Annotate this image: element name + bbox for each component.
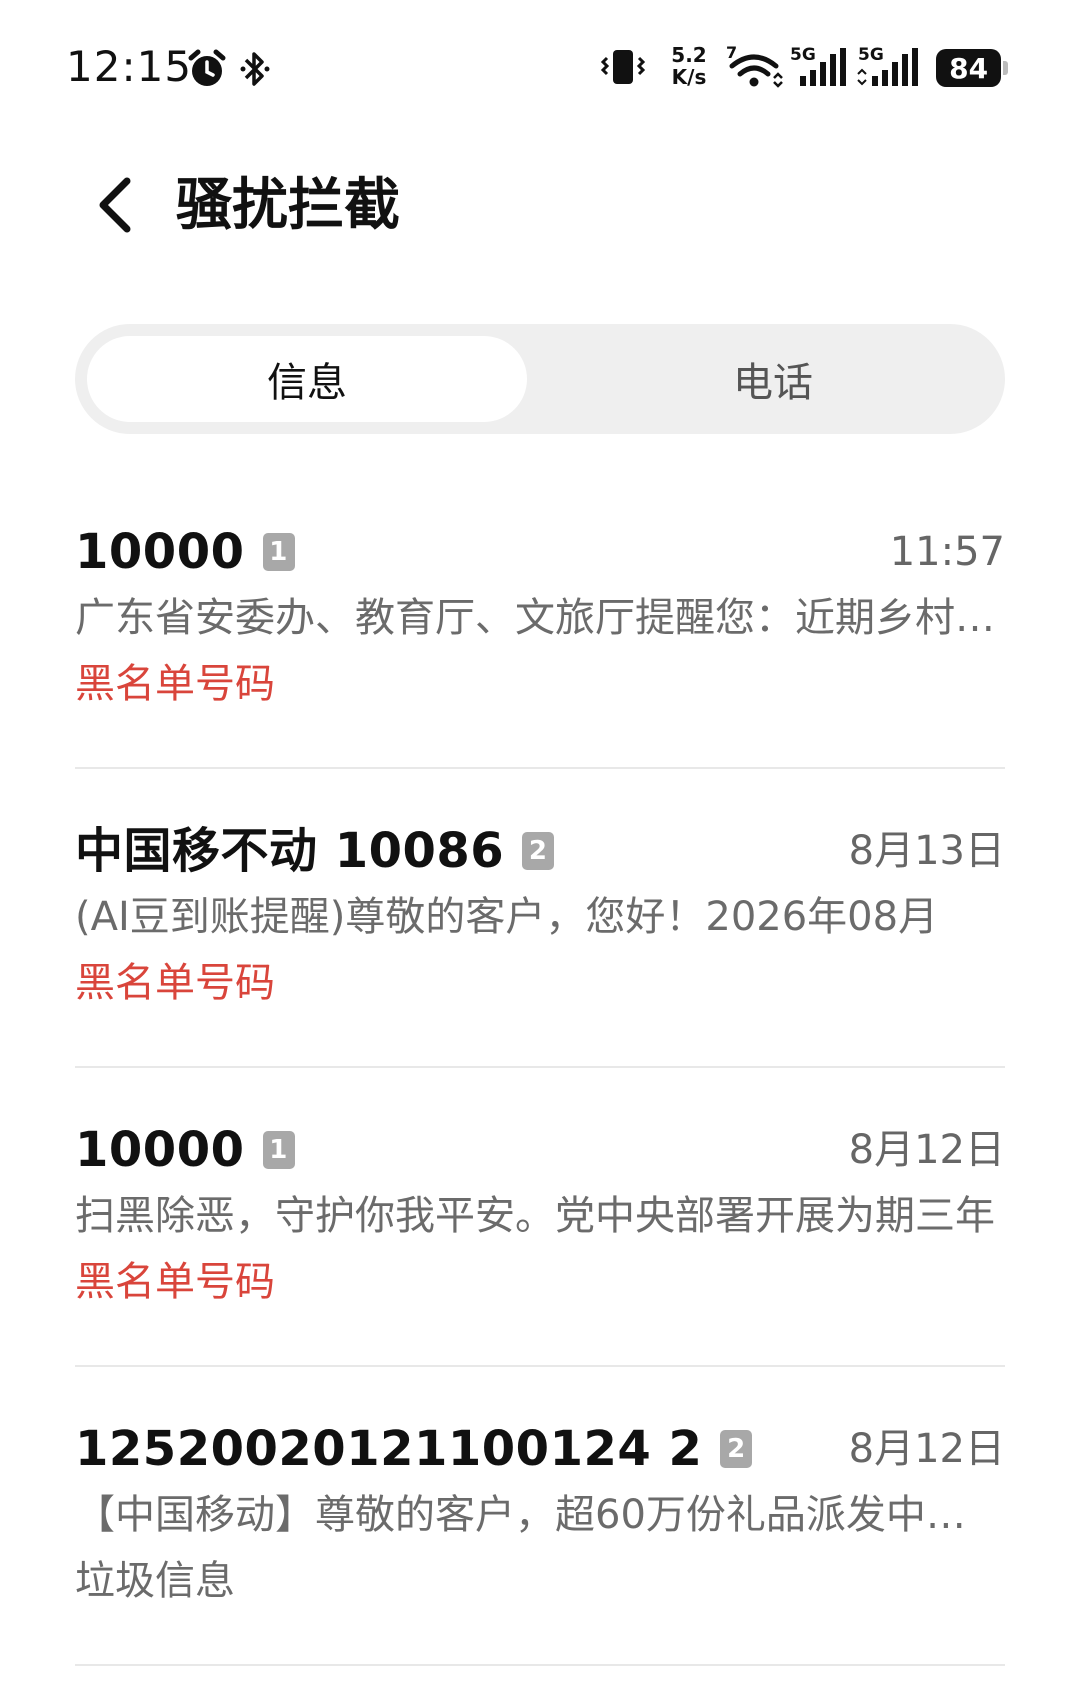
message-count-badge: 2 xyxy=(522,832,555,870)
message-tag: 黑名单号码 xyxy=(75,1259,275,1305)
message-preview: 广东省安委办、教育厅、文旅厅提醒您：近期乡村旅游 xyxy=(75,595,1005,641)
sender-name: 10000 xyxy=(75,1122,245,1178)
message-header-row: 10000 1 11:57 xyxy=(75,522,1005,582)
blocked-message-list: 10000 1 11:57 广东省安委办、教育厅、文旅厅提醒您：近期乡村旅游 黑… xyxy=(75,470,1005,1666)
battery-level: 84 xyxy=(936,49,1002,87)
message-tag: 垃圾信息 xyxy=(75,1558,235,1604)
wifi-icon: 7 xyxy=(726,44,783,88)
message-preview: 【中国移动】尊敬的客户，超60万份礼品派发中，快来 xyxy=(75,1492,1005,1538)
signal-sim2-icon: 5G xyxy=(857,45,918,86)
message-item[interactable]: 12520020121100124 2 2 8月12日 【中国移动】尊敬的客户，… xyxy=(75,1367,1005,1666)
message-sender: 10000 1 xyxy=(75,522,295,582)
message-header-row: 10000 1 8月12日 xyxy=(75,1120,1005,1180)
message-preview: 扫黑除恶，守护你我平安。党中央部署开展为期三年 xyxy=(75,1193,995,1239)
message-count-badge: 2 xyxy=(720,1430,753,1468)
signal-sim1-icon: 5G xyxy=(790,45,846,86)
vibrate-icon xyxy=(600,50,646,84)
svg-text:5G: 5G xyxy=(858,45,884,65)
page-title: 骚扰拦截 xyxy=(176,173,400,238)
battery-tip xyxy=(1003,61,1008,75)
message-time: 8月12日 xyxy=(848,1426,1005,1472)
alarm-icon xyxy=(188,49,226,86)
svg-text:7: 7 xyxy=(726,44,737,62)
message-count-badge: 1 xyxy=(262,1131,295,1169)
message-tag: 黑名单号码 xyxy=(75,661,275,707)
sender-name: 中国移不动 10086 xyxy=(75,823,505,879)
message-sender: 12520020121100124 2 2 xyxy=(75,1419,753,1479)
message-sender: 10000 1 xyxy=(75,1120,295,1180)
message-time: 8月12日 xyxy=(848,1127,1005,1173)
sender-name: 12520020121100124 2 xyxy=(75,1421,703,1477)
segmented-tabs: 信息 电话 xyxy=(75,324,1005,434)
network-speed: 5.2 K/s xyxy=(671,43,707,89)
tab-messages[interactable]: 信息 xyxy=(87,336,527,422)
sender-name: 10000 xyxy=(75,524,245,580)
message-item[interactable]: 中国移不动 10086 2 8月13日 (AI豆到账提醒)尊敬的客户，您好！20… xyxy=(75,769,1005,1068)
message-time: 8月13日 xyxy=(848,828,1005,874)
message-item[interactable]: 10000 1 8月12日 扫黑除恶，守护你我平安。党中央部署开展为期三年 黑名… xyxy=(75,1068,1005,1367)
back-button[interactable] xyxy=(80,170,150,240)
tab-calls[interactable]: 电话 xyxy=(553,336,993,422)
message-header-row: 12520020121100124 2 2 8月12日 xyxy=(75,1419,1005,1479)
bluetooth-icon xyxy=(240,52,270,86)
message-preview: (AI豆到账提醒)尊敬的客户，您好！2026年08月 xyxy=(75,894,939,940)
message-tag: 黑名单号码 xyxy=(75,960,275,1006)
status-bar: 12:15 5.2 K/s 7 5G 5G 84 xyxy=(0,0,1080,140)
battery-indicator: 84 xyxy=(936,48,1008,88)
status-time: 12:15 xyxy=(66,42,193,91)
message-header-row: 中国移不动 10086 2 8月13日 xyxy=(75,821,1005,881)
message-sender: 中国移不动 10086 2 xyxy=(75,821,555,881)
message-count-badge: 1 xyxy=(262,533,295,571)
chevron-left-icon xyxy=(99,177,131,233)
svg-text:5G: 5G xyxy=(790,45,816,65)
message-item[interactable]: 10000 1 11:57 广东省安委办、教育厅、文旅厅提醒您：近期乡村旅游 黑… xyxy=(75,470,1005,769)
message-time: 11:57 xyxy=(889,529,1005,575)
